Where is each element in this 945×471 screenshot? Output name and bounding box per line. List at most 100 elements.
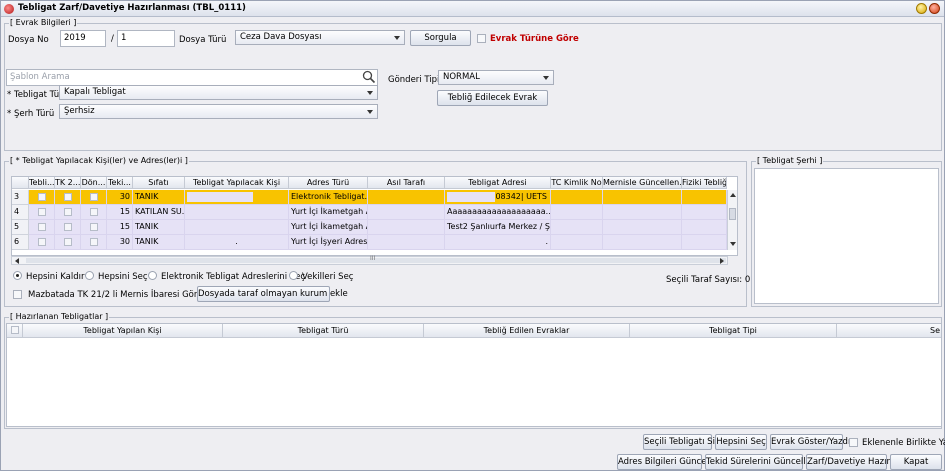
- grid-header[interactable]: Fiziki Tebliğ: [682, 177, 727, 189]
- tebligat-turu-select[interactable]: Kapalı Tebligat: [59, 85, 378, 100]
- grid-header[interactable]: Tebliğ Edilen Evraklar: [424, 324, 630, 338]
- dosya-turu-select[interactable]: Ceza Dava Dosyası: [235, 30, 405, 45]
- don-cell[interactable]: [81, 235, 107, 250]
- minimize-icon[interactable]: [916, 3, 927, 14]
- kisi-cell: .: [185, 235, 289, 250]
- table-row[interactable]: 4 15 KATILAN SU... Yurt İçi İkametgah A.…: [12, 205, 727, 220]
- tc-cell: [551, 235, 603, 250]
- tk-cell[interactable]: [55, 220, 81, 235]
- grid-header[interactable]: Dön...: [81, 177, 107, 189]
- radio-elektronik[interactable]: [148, 271, 157, 280]
- row-checkbox[interactable]: [89, 193, 98, 201]
- row-checkbox[interactable]: [37, 208, 46, 216]
- grid-header[interactable]: TK 2...: [55, 177, 81, 189]
- row-checkbox[interactable]: [89, 238, 98, 246]
- row-checkbox[interactable]: [37, 238, 46, 246]
- grid-header[interactable]: Mernisle Güncellen...: [603, 177, 682, 189]
- grid-header[interactable]: TC Kimlik No: [551, 177, 603, 189]
- eklenenle-checkbox[interactable]: [849, 438, 858, 447]
- grid-vertical-scrollbar[interactable]: [727, 190, 737, 250]
- secili-tebligati-sil-button[interactable]: Seçili Tebligatı Sil: [643, 434, 717, 450]
- close-icon[interactable]: [929, 3, 940, 14]
- table-row[interactable]: 5 15 TANIK Yurt İçi İkametgah A... Test2…: [12, 220, 727, 235]
- table-row[interactable]: 6 30 TANIK . Yurt İçi İşyeri Adresi .: [12, 235, 727, 250]
- radio-vekilleri-label[interactable]: Vekilleri Seç: [302, 272, 353, 282]
- row-checkbox[interactable]: [37, 223, 46, 231]
- hscroll-thumb[interactable]: [26, 258, 726, 263]
- scroll-thumb[interactable]: [729, 208, 736, 220]
- grid-header[interactable]: Tebligat Türü: [223, 324, 424, 338]
- teblig-cell[interactable]: [29, 235, 55, 250]
- zarf-davetiye-hazirla-button[interactable]: Zarf/Davetiye Hazırla: [806, 454, 898, 470]
- adres-redacted: [447, 192, 495, 202]
- radio-hepsini-sec-label[interactable]: Hepsini Seç: [98, 272, 148, 282]
- grid-header[interactable]: Tebligat Tipi: [630, 324, 837, 338]
- mernis-cell: [603, 190, 682, 205]
- scroll-left-icon[interactable]: [15, 258, 19, 264]
- dosya-slash: /: [111, 34, 114, 44]
- row-checkbox[interactable]: [63, 208, 72, 216]
- don-cell[interactable]: [81, 205, 107, 220]
- evrak-goster-yazdir-button[interactable]: Evrak Göster/Yazdır: [770, 434, 854, 450]
- adres-text: 08342| UETS: [495, 192, 547, 201]
- evrak-turune-gore-checkbox[interactable]: [477, 34, 486, 43]
- row-checkbox[interactable]: [37, 193, 46, 201]
- row-checkbox[interactable]: [89, 208, 98, 216]
- adres-cell: Test2 Şanlıurfa Merkez / ŞA...: [445, 220, 551, 235]
- grid-header[interactable]: Se: [837, 324, 941, 338]
- sorgula-button[interactable]: Sorgula: [410, 30, 471, 46]
- scroll-right-icon[interactable]: [720, 258, 724, 264]
- table-row[interactable]: 3 30 TANIK Elektronik Tebligat... 08342|…: [12, 190, 727, 205]
- tk-cell[interactable]: [55, 190, 81, 205]
- row-checkbox[interactable]: [63, 238, 72, 246]
- dosya-turu-value: Ceza Dava Dosyası: [240, 32, 322, 42]
- grid-header[interactable]: Tebligat Adresi: [445, 177, 551, 189]
- row-checkbox[interactable]: [89, 223, 98, 231]
- radio-elektronik-label[interactable]: Elektronik Tebligat Adreslerini Seç: [161, 272, 305, 282]
- dosyada-taraf-olmayan-button[interactable]: Dosyada taraf olmayan kurum ekle: [197, 286, 348, 302]
- scroll-down-icon[interactable]: [730, 242, 736, 246]
- teblig-edilecek-evrak-button[interactable]: Tebliğ Edilecek Evrak: [437, 90, 548, 106]
- tk-cell[interactable]: [55, 235, 81, 250]
- teblig-cell[interactable]: [29, 220, 55, 235]
- gonderi-tipi-select[interactable]: NORMAL: [438, 70, 554, 85]
- don-cell[interactable]: [81, 220, 107, 235]
- grid-horizontal-scrollbar[interactable]: III: [11, 255, 728, 265]
- dosya-yil-input[interactable]: 2019: [60, 30, 106, 47]
- radio-hepsini-kaldir[interactable]: [13, 271, 22, 280]
- grid-header[interactable]: Sıfatı: [133, 177, 185, 189]
- teblig-cell[interactable]: [29, 205, 55, 220]
- grid-header[interactable]: Tebligat Yapılacak Kişi: [185, 177, 289, 189]
- adres-bilgileri-guncelle-button[interactable]: Adres Bilgileri Güncelle: [617, 454, 716, 470]
- teblig-cell[interactable]: [29, 190, 55, 205]
- scroll-up-icon[interactable]: [730, 193, 736, 197]
- grid-header[interactable]: Tebligat Yapılan Kişi: [23, 324, 223, 338]
- grid-header[interactable]: Adres Türü: [289, 177, 368, 189]
- mazbata-checkbox[interactable]: [13, 290, 22, 299]
- chevron-down-icon: [367, 110, 373, 114]
- grid-header[interactable]: Asıl Tarafı: [368, 177, 445, 189]
- search-icon[interactable]: [362, 70, 376, 84]
- row-checkbox[interactable]: [63, 223, 72, 231]
- serh-turu-select[interactable]: Şerhsiz: [59, 104, 378, 119]
- tekid-surelerini-guncelle-button[interactable]: Tekid Sürelerini Güncelle: [705, 454, 811, 470]
- radio-hepsini-sec[interactable]: [85, 271, 94, 280]
- radio-vekilleri[interactable]: [289, 271, 298, 280]
- don-cell[interactable]: [81, 190, 107, 205]
- title-bar: Tebligat Zarf/Davetiye Hazırlanması (TBL…: [1, 1, 944, 17]
- dosya-sira-input[interactable]: 1: [117, 30, 175, 47]
- sablon-search-input[interactable]: Şablon Arama: [6, 69, 378, 86]
- sifat-cell: TANIK: [133, 235, 185, 250]
- kapat-button[interactable]: Kapat: [890, 454, 942, 470]
- select-all-checkbox[interactable]: [10, 326, 19, 334]
- radio-hepsini-kaldir-label[interactable]: Hepsini Kaldır: [26, 272, 85, 282]
- row-checkbox[interactable]: [63, 193, 72, 201]
- sifat-cell: TANIK: [133, 190, 185, 205]
- adres-turu-cell: Yurt İçi İkametgah A...: [289, 205, 368, 220]
- tk-cell[interactable]: [55, 205, 81, 220]
- grid-header[interactable]: Teki...: [107, 177, 133, 189]
- tebligat-serhi-textarea[interactable]: [754, 168, 939, 304]
- hepsini-sec-button[interactable]: Hepsini Seç: [715, 434, 767, 450]
- grid-header[interactable]: Tebli...: [29, 177, 55, 189]
- grid-corner[interactable]: [7, 324, 23, 338]
